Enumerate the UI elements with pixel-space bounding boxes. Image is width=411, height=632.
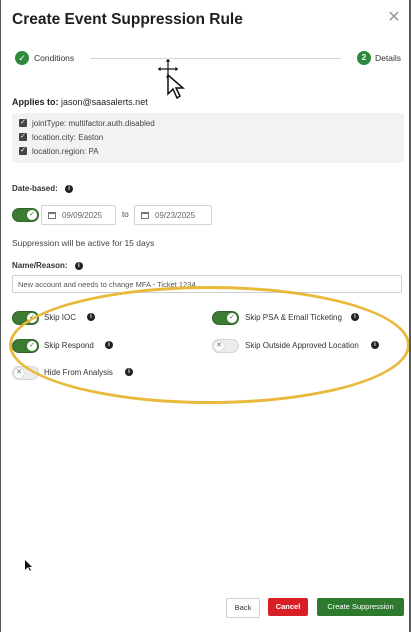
conditions-list: ✓ jointType: multifactor.auth.disabled ✓… (12, 113, 404, 163)
stepper: ✓ Conditions 2 Details (15, 50, 401, 68)
date-based-label-text: Date-based: (12, 184, 58, 193)
end-date-value: 09/23/2025 (155, 210, 196, 220)
skip-ioc-toggle[interactable]: ✓ (12, 311, 39, 325)
check-icon: ✓ (27, 341, 37, 351)
close-icon: ✕ (14, 368, 24, 378)
checkbox-icon: ✓ (19, 119, 27, 127)
list-item: ✓ location.region: PA (19, 145, 99, 157)
check-icon: ✓ (227, 313, 237, 323)
cancel-button[interactable]: Cancel (268, 598, 308, 616)
reason-input[interactable]: New account and needs to change MFA - Ti… (12, 275, 402, 293)
create-suppression-button[interactable]: Create Suppression (317, 598, 404, 616)
skip-outside-location-toggle[interactable]: ✕ (212, 339, 239, 353)
condition-text: location.city: Easton (32, 132, 104, 142)
hide-from-analysis-label: Hide From Analysis (44, 368, 113, 377)
close-icon: ✕ (214, 341, 224, 351)
stepper-line (90, 58, 341, 59)
skip-respond-toggle[interactable]: ✓ (12, 339, 39, 353)
hide-from-analysis-toggle[interactable]: ✕ (12, 366, 39, 380)
applies-to-value: jason@saasalerts.net (61, 97, 148, 107)
applies-to-label: Applies to: (12, 97, 59, 107)
dialog-title: Create Event Suppression Rule (12, 11, 243, 28)
suppression-dialog: Create Event Suppression Rule ✕ ✓ Condit… (1, 0, 409, 632)
condition-text: jointType: multifactor.auth.disabled (32, 118, 155, 128)
info-icon[interactable]: i (371, 341, 379, 349)
skip-psa-toggle[interactable]: ✓ (212, 311, 239, 325)
reason-label-text: Name/Reason: (12, 261, 68, 270)
list-item: ✓ location.city: Easton (19, 131, 103, 143)
pointer-cursor-icon (167, 74, 185, 100)
check-icon: ✓ (27, 210, 37, 220)
date-based-toggle[interactable]: ✓ (12, 208, 39, 222)
info-icon[interactable]: i (87, 313, 95, 321)
skip-psa-label: Skip PSA & Email Ticketing (245, 313, 342, 322)
small-cursor-icon (25, 560, 32, 571)
checkbox-icon: ✓ (19, 133, 27, 141)
back-button[interactable]: Back (226, 598, 260, 618)
applies-to: Applies to: jason@saasalerts.net (12, 97, 148, 107)
reason-label: Name/Reason: i (12, 261, 83, 270)
info-icon[interactable]: i (105, 341, 113, 349)
date-based-label: Date-based: i (12, 184, 74, 193)
skip-respond-label: Skip Respond (44, 341, 94, 350)
info-icon[interactable]: i (65, 184, 74, 193)
info-icon[interactable]: i (74, 261, 83, 270)
step-conditions[interactable]: Conditions (34, 53, 74, 63)
condition-text: location.region: PA (32, 146, 99, 156)
end-date-field[interactable]: 09/23/2025 (134, 205, 212, 225)
list-item: ✓ jointType: multifactor.auth.disabled (19, 117, 155, 129)
skip-ioc-label: Skip IOC (44, 313, 77, 322)
check-icon: ✓ (15, 51, 29, 65)
date-to-label: to (122, 210, 129, 219)
step-details[interactable]: Details (375, 53, 401, 63)
close-icon[interactable]: ✕ (387, 10, 401, 26)
active-duration-text: Suppression will be active for 15 days (12, 238, 155, 248)
info-icon[interactable]: i (351, 313, 359, 321)
calendar-icon (141, 211, 149, 219)
info-icon[interactable]: i (125, 368, 133, 376)
calendar-icon (48, 211, 56, 219)
checkbox-icon: ✓ (19, 147, 27, 155)
step-number: 2 (357, 51, 371, 65)
skip-outside-location-label: Skip Outside Approved Location (245, 341, 359, 350)
start-date-field[interactable]: 09/09/2025 (41, 205, 116, 225)
check-icon: ✓ (27, 313, 37, 323)
start-date-value: 09/09/2025 (62, 210, 103, 220)
